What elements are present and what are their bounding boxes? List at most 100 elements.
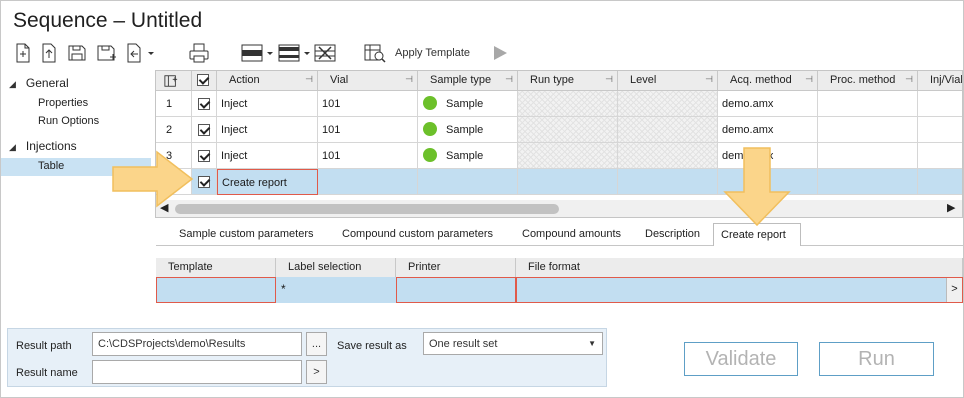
vial-cell[interactable] [318,169,418,195]
save-icon[interactable] [66,42,88,64]
vial-cell[interactable]: 101 [318,117,418,143]
column-header-run-type[interactable]: Run type ⊣ [518,71,618,91]
row-number: 1 [156,91,192,117]
nav-group-general[interactable]: ◢ General [9,76,69,90]
acq-method-cell[interactable]: demo.amx [718,117,818,143]
action-cell[interactable]: Inject [217,117,318,143]
select-all-checkbox[interactable] [197,74,209,86]
param-header-printer[interactable]: Printer [396,258,516,277]
row-checkbox-cell[interactable] [192,91,217,117]
inj-vial-cell[interactable] [918,143,962,169]
row-checkbox[interactable] [198,150,210,162]
run-button[interactable]: Run [819,342,934,376]
action-cell[interactable]: Inject [217,143,318,169]
nav-item-table[interactable]: Table [38,160,64,172]
scroll-right-icon[interactable]: ▶ [947,201,955,214]
inj-vial-cell[interactable] [918,169,962,195]
insert-rows-icon[interactable] [277,42,313,64]
delete-rows-icon[interactable] [314,42,336,64]
pin-icon[interactable]: ⊣ [505,74,513,85]
result-name-input[interactable] [92,360,302,384]
apply-template-button[interactable]: Apply Template [395,47,470,59]
column-header-acq-method[interactable]: Acq. method ⊣ [718,71,818,91]
scrollbar-thumb[interactable] [175,204,559,214]
run-type-cell[interactable] [518,169,618,195]
run-type-cell [518,91,618,117]
level-cell [618,143,718,169]
column-header-level[interactable]: Level ⊣ [618,71,718,91]
sample-type-cell[interactable]: Sample [418,117,518,143]
column-header-sample-type[interactable]: Sample type ⊣ [418,71,518,91]
pin-icon[interactable]: ⊣ [405,74,413,85]
template-icon[interactable] [364,42,386,64]
result-path-input[interactable]: C:\CDSProjects\demo\Results [92,332,302,356]
tab-compound-amounts[interactable]: Compound amounts [522,228,621,240]
nav-group-label: Injections [25,139,77,153]
file-format-expand-button[interactable]: > [946,278,962,302]
proc-method-cell[interactable] [818,117,918,143]
browse-button[interactable]: ... [306,332,327,356]
pin-icon[interactable]: ⊣ [705,74,713,85]
column-chooser-icon[interactable] [164,74,178,88]
row-checkbox[interactable] [198,124,210,136]
chevron-down-icon[interactable]: ▼ [588,339,596,348]
nav-item-properties[interactable]: Properties [38,97,88,109]
save-result-select[interactable]: One result set ▼ [423,332,603,355]
pin-icon[interactable]: ⊣ [805,74,813,85]
collapse-triangle-icon[interactable]: ◢ [9,142,16,153]
vial-cell[interactable]: 101 [318,143,418,169]
validate-button[interactable]: Validate [684,342,798,376]
acq-method-cell[interactable]: demo.amx [718,91,818,117]
nav-group-injections[interactable]: ◢ Injections [9,139,77,153]
row-checkbox[interactable] [198,176,210,188]
column-header-inj-vial[interactable]: Inj/Vial [918,71,962,91]
insert-row-icon[interactable] [240,42,276,64]
sample-status-icon [423,96,437,110]
column-header-action[interactable]: Action ⊣ [217,71,318,91]
export-icon[interactable] [123,42,157,64]
row-checkbox-cell[interactable] [192,169,217,195]
param-header-template[interactable]: Template [156,258,276,277]
collapse-triangle-icon[interactable]: ◢ [9,79,16,90]
action-cell[interactable]: Inject [217,91,318,117]
row-checkbox-cell[interactable] [192,143,217,169]
sample-type-cell[interactable]: Sample [418,91,518,117]
sample-type-cell[interactable]: Sample [418,143,518,169]
grid-options-header[interactable] [156,71,192,91]
run-type-cell [518,117,618,143]
template-cell[interactable] [156,277,276,303]
save-as-icon[interactable] [95,42,117,64]
inj-vial-cell[interactable] [918,91,962,117]
proc-method-cell[interactable] [818,169,918,195]
import-icon[interactable] [38,42,60,64]
label-selection-cell[interactable]: * [276,277,396,303]
action-cell[interactable]: Create report [217,169,318,195]
callout-arrow-down-icon [723,147,791,227]
vial-cell[interactable]: 101 [318,91,418,117]
inj-vial-cell[interactable] [918,117,962,143]
level-cell[interactable] [618,169,718,195]
tab-description[interactable]: Description [645,228,700,240]
pin-icon[interactable]: ⊣ [305,74,313,85]
result-name-insert-button[interactable]: > [306,360,327,384]
param-header-label-selection[interactable]: Label selection [276,258,396,277]
sample-type-cell[interactable] [418,169,518,195]
pin-icon[interactable]: ⊣ [905,74,913,85]
pin-icon[interactable]: ⊣ [605,74,613,85]
tab-compound-custom-parameters[interactable]: Compound custom parameters [342,228,493,240]
file-format-cell[interactable]: > [516,277,963,303]
tab-sample-custom-parameters[interactable]: Sample custom parameters [179,228,314,240]
row-checkbox-cell[interactable] [192,117,217,143]
print-icon[interactable] [188,42,210,64]
column-header-vial[interactable]: Vial ⊣ [318,71,418,91]
proc-method-cell[interactable] [818,91,918,117]
column-header-proc-method[interactable]: Proc. method ⊣ [818,71,918,91]
printer-cell[interactable] [396,277,516,303]
nav-item-run-options[interactable]: Run Options [38,115,99,127]
proc-method-cell[interactable] [818,143,918,169]
param-header-file-format[interactable]: File format [516,258,963,277]
run-arrow-icon[interactable] [490,42,512,64]
new-icon[interactable] [12,42,34,64]
select-all-header[interactable] [192,71,217,91]
row-checkbox[interactable] [198,98,210,110]
